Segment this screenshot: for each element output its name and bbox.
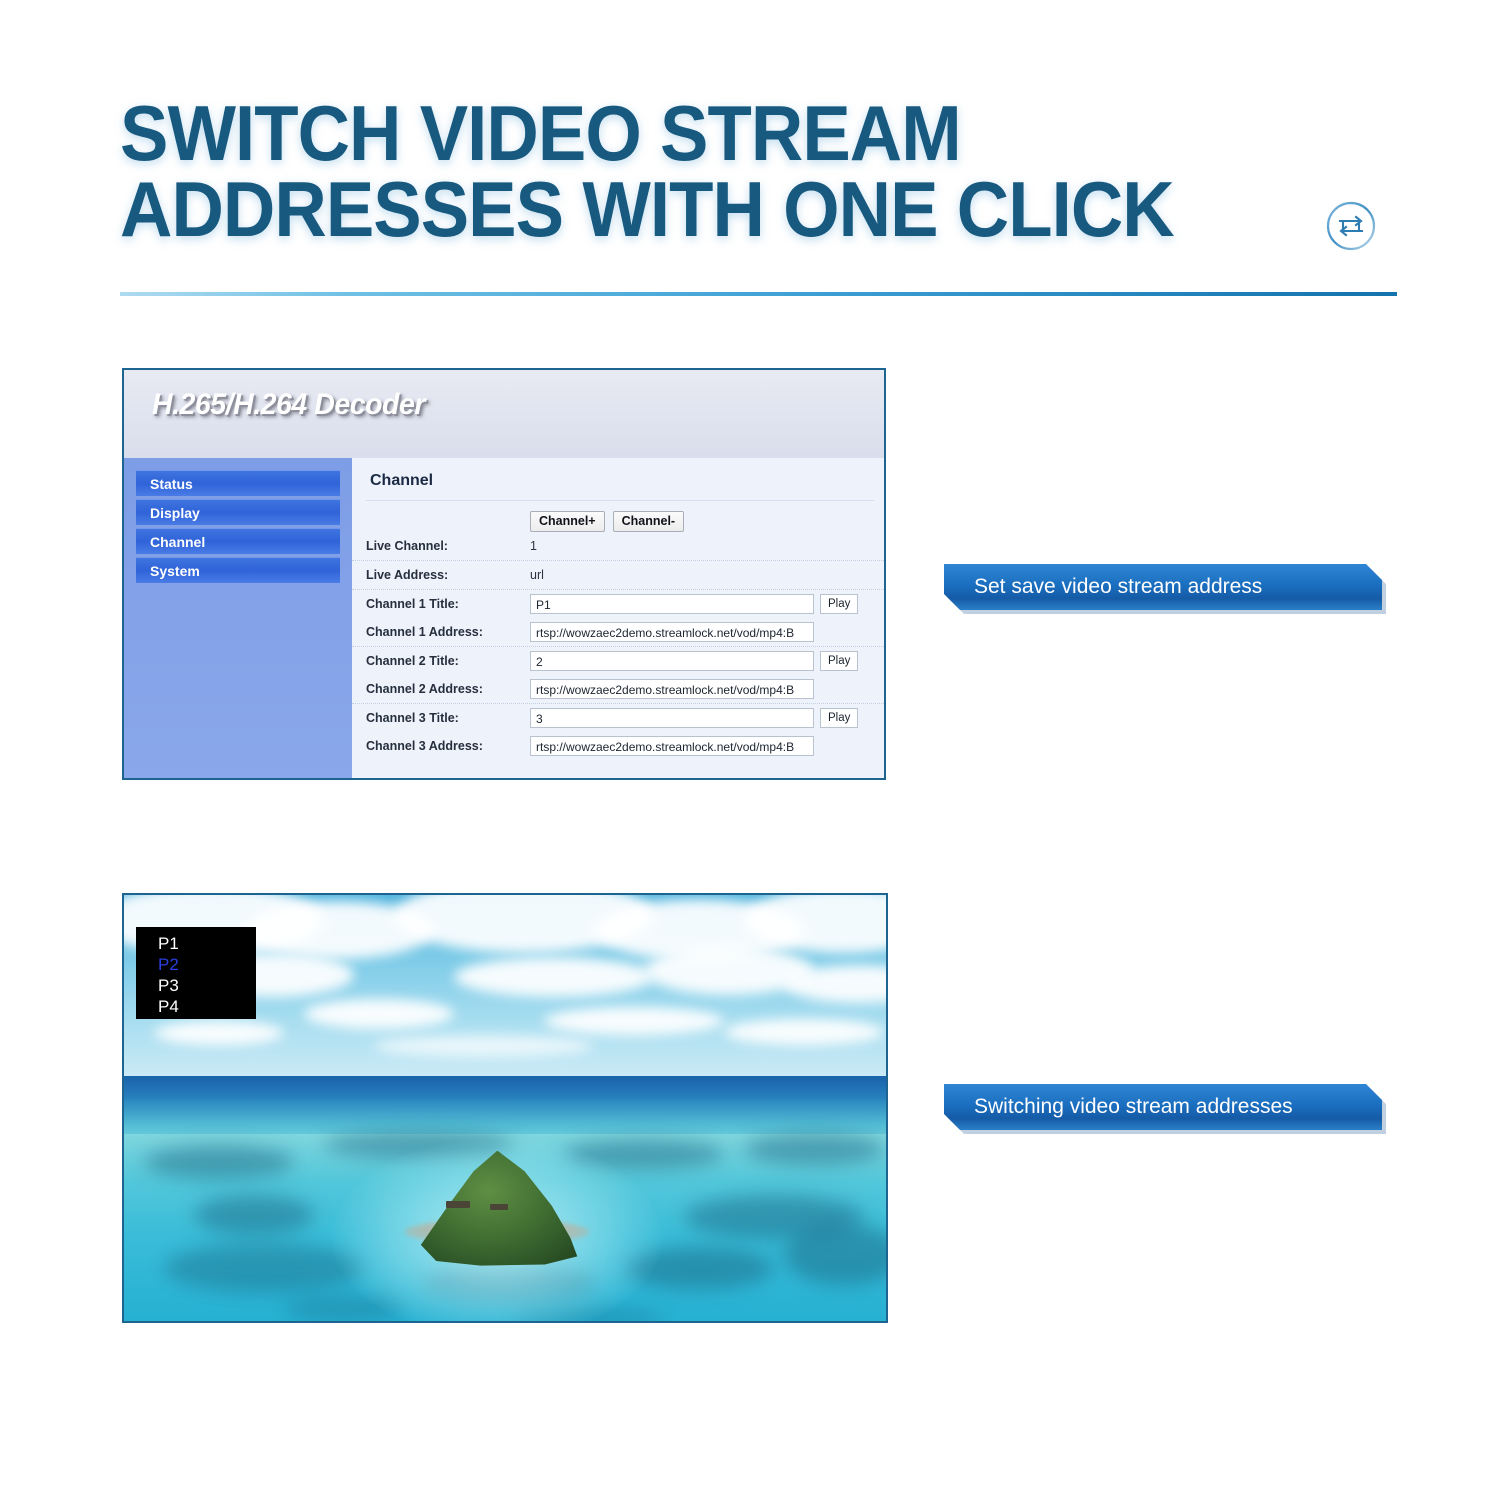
decoder-brand-title: H.265/H.264 Decoder [152,388,425,421]
channel-2-title-input[interactable]: 2 [530,651,814,671]
channel-3-title-label: Channel 3 Title: [366,711,459,725]
channel-3-title-row: Channel 3 Title: 3 Play [352,703,884,732]
cloud-icon [154,1021,284,1045]
content-heading: Channel [370,472,434,489]
header-divider [120,292,1397,296]
channel-step-buttons: Channel+ Channel- [352,501,884,532]
channel-1-title-input[interactable]: P1 [530,594,814,614]
channel-1-address-input[interactable]: rtsp://wowzaec2demo.streamlock.net/vod/m… [530,622,814,642]
channel-2-play-button[interactable]: Play [820,651,859,671]
reef-patch [144,1145,294,1179]
channel-2-address-row: Channel 2 Address: rtsp://wowzaec2demo.s… [352,675,884,703]
page-header: SWITCH VIDEO STREAM ADDRESSES WITH ONE C… [120,89,1395,257]
osd-item-p4[interactable]: P4 [158,996,256,1017]
channel-3-title-input[interactable]: 3 [530,708,814,728]
decoder-sidebar: Status Display Channel System [124,458,352,778]
decoder-content-area: Channel Channel+ Channel- Live Channel: … [352,458,884,778]
sidebar-item-display[interactable]: Display [136,499,340,525]
sidebar-item-channel[interactable]: Channel [136,528,340,554]
channel-plus-button[interactable]: Channel+ [530,511,605,532]
channel-2-address-input[interactable]: rtsp://wowzaec2demo.streamlock.net/vod/m… [530,679,814,699]
channel-2-title-row: Channel 2 Title: 2 Play [352,646,884,675]
channel-2-address-label: Channel 2 Address: [366,682,483,696]
sidebar-item-label: System [150,562,200,579]
channel-3-play-button[interactable]: Play [820,708,859,728]
reef-patch [194,1195,314,1235]
callout-banner-bottom: Switching video stream addresses [944,1084,1382,1130]
cloud-icon [544,1007,724,1035]
live-address-value: url [530,568,544,582]
channel-minus-button[interactable]: Channel- [612,511,685,532]
reef-patch [744,1133,884,1165]
decoder-header-bar: H.265/H.264 Decoder [124,370,884,458]
sidebar-item-label: Display [150,504,200,521]
cloud-icon [724,1019,884,1045]
channel-3-address-row: Channel 3 Address: rtsp://wowzaec2demo.s… [352,732,884,760]
sidebar-item-system[interactable]: System [136,557,340,583]
page-title: SWITCH VIDEO STREAM ADDRESSES WITH ONE C… [120,89,1175,254]
live-channel-value: 1 [530,539,537,553]
osd-item-p1[interactable]: P1 [158,933,256,954]
switch-repeat-icon [1325,200,1377,257]
channel-3-address-input[interactable]: rtsp://wowzaec2demo.streamlock.net/vod/m… [530,736,814,756]
sidebar-item-label: Status [150,475,193,492]
live-address-label: Live Address: [366,568,449,582]
channel-3-address-label: Channel 3 Address: [366,739,483,753]
channel-2-title-label: Channel 2 Title: [366,654,459,668]
cloud-icon [304,999,454,1029]
cloud-icon [454,957,654,997]
sidebar-item-label: Channel [150,533,206,550]
sidebar-item-status[interactable]: Status [136,470,340,496]
osd-item-p2[interactable]: P2 [158,954,256,975]
ocean-horizon [124,1076,886,1102]
osd-item-p3[interactable]: P3 [158,975,256,996]
cloud-icon [374,1035,594,1057]
hut-icon [490,1204,508,1210]
hut-icon [446,1201,470,1208]
callout-banner-top: Set save video stream address [944,564,1382,610]
channel-1-address-row: Channel 1 Address: rtsp://wowzaec2demo.s… [352,618,884,646]
live-address-row: Live Address: url [352,560,884,589]
channel-1-address-label: Channel 1 Address: [366,625,483,639]
live-channel-row: Live Channel: 1 [352,532,884,560]
title-row: SWITCH VIDEO STREAM ADDRESSES WITH ONE C… [120,89,1395,257]
channel-1-title-label: Channel 1 Title: [366,597,459,611]
osd-channel-menu[interactable]: P1 P2 P3 P4 [136,927,256,1019]
live-channel-label: Live Channel: [366,539,448,553]
channel-1-title-row: Channel 1 Title: P1 Play [352,589,884,618]
channel-1-play-button[interactable]: Play [820,594,859,614]
decoder-body: Status Display Channel System Channel Ch… [124,458,884,778]
decoder-web-ui-panel: H.265/H.264 Decoder Status Display Chann… [122,368,886,780]
video-preview-panel: P1 P2 P3 P4 [122,893,888,1323]
